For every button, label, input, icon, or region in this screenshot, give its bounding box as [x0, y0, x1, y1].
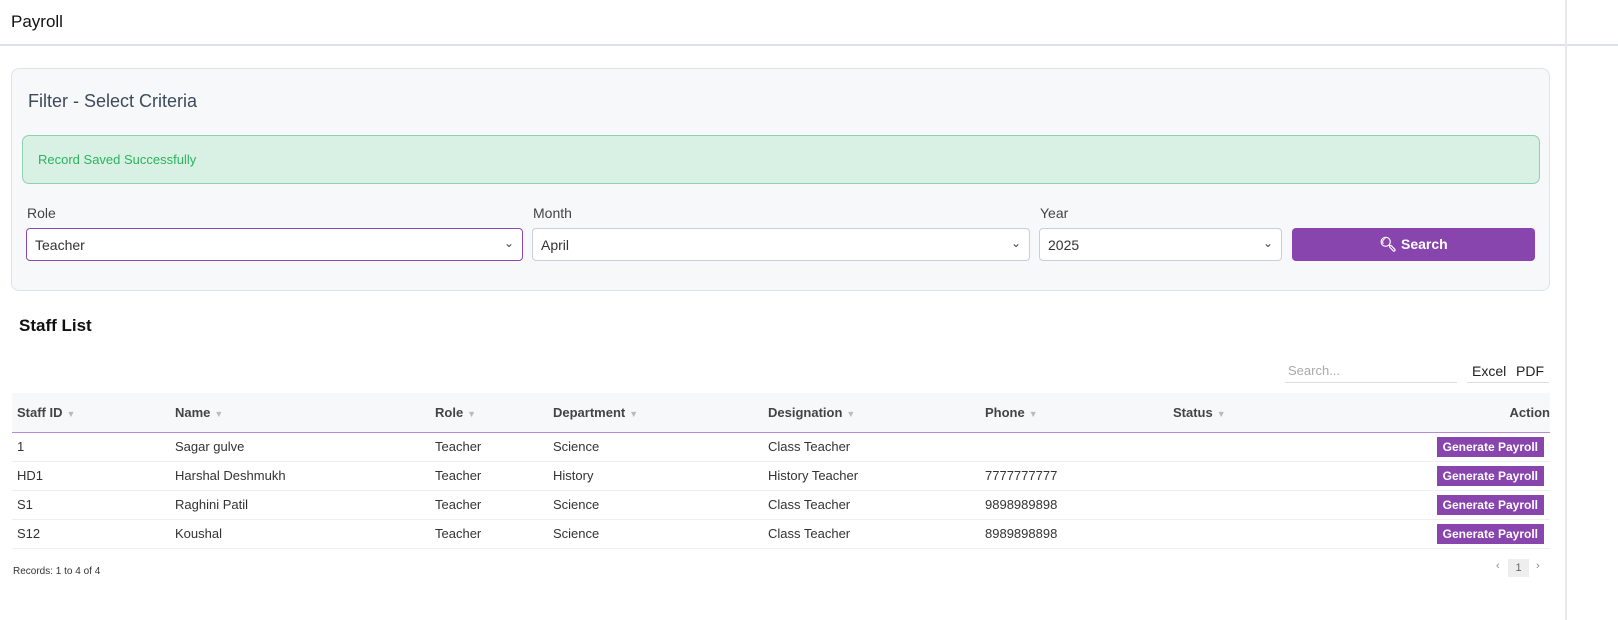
cell-department: History: [548, 461, 763, 491]
year-select[interactable]: 2025 ⌄: [1039, 228, 1282, 261]
cell-name: Koushal: [170, 519, 430, 549]
scrollbar-track[interactable]: [1565, 0, 1567, 620]
cell-role: Teacher: [430, 519, 548, 549]
cell-name: Sagar gulve: [170, 432, 430, 462]
page-header: Payroll: [0, 0, 1618, 46]
column-header-label: Department: [553, 404, 626, 420]
role-label: Role: [27, 205, 56, 221]
pdf-export-button[interactable]: PDF: [1507, 358, 1549, 383]
column-header[interactable]: Status ▼: [1168, 393, 1418, 433]
staff-list-title: Staff List: [19, 316, 92, 335]
staff-table: Staff ID ▼ Name ▼ Role ▼ Department ▼ Designatio…: [12, 393, 1550, 549]
excel-export-button[interactable]: Excel: [1467, 358, 1507, 383]
column-header[interactable]: Department ▼: [548, 393, 763, 433]
cell-phone: 8989898898: [980, 519, 1168, 549]
column-header[interactable]: Staff ID ▼: [12, 393, 170, 433]
sort-icon[interactable]: ▼: [467, 409, 476, 419]
column-header[interactable]: Name ▼: [170, 393, 430, 433]
cell-action: Generate Payroll: [1418, 432, 1550, 462]
cell-action: Generate Payroll: [1418, 490, 1550, 520]
table-row: S1 Raghini Patil Teacher Science Class Teach…: [12, 490, 1550, 520]
chevron-down-icon: ⌄: [503, 236, 514, 250]
generate-payroll-button[interactable]: Generate Payroll: [1436, 436, 1544, 457]
cell-department: Science: [548, 490, 763, 520]
table-row: S12 Koushal Teacher Science Class Teacher 898…: [12, 519, 1550, 549]
cell-department: Science: [548, 519, 763, 549]
cell-name: Harshal Deshmukh: [170, 461, 430, 491]
cell-designation: History Teacher: [763, 461, 980, 491]
role-select[interactable]: Teacher ⌄: [26, 228, 523, 261]
sort-icon[interactable]: ▼: [629, 409, 638, 419]
month-value: April: [541, 237, 570, 253]
generate-payroll-button[interactable]: Generate Payroll: [1436, 523, 1544, 544]
page-1-button[interactable]: 1: [1508, 559, 1529, 577]
cell-id: S1: [12, 490, 170, 520]
search-icon: 🔍︎: [1379, 236, 1398, 252]
cell-name: Raghini Patil: [170, 490, 430, 520]
filter-title: Filter - Select Criteria: [28, 91, 198, 111]
generate-payroll-button[interactable]: Generate Payroll: [1436, 465, 1544, 486]
cell-department: Science: [548, 432, 763, 462]
cell-id: S12: [12, 519, 170, 549]
cell-phone: 9898989898: [980, 490, 1168, 520]
year-label: Year: [1040, 205, 1069, 221]
year-value: 2025: [1048, 237, 1080, 253]
sort-icon[interactable]: ▼: [1029, 409, 1038, 419]
column-header[interactable]: Designation ▼: [763, 393, 980, 433]
column-header[interactable]: Phone ▼: [980, 393, 1168, 433]
cell-status: [1168, 519, 1418, 549]
month-label: Month: [533, 205, 572, 221]
cell-status: [1168, 490, 1418, 520]
cell-action: Generate Payroll: [1418, 461, 1550, 491]
column-header-label: Action: [1509, 404, 1550, 420]
cell-role: Teacher: [430, 490, 548, 520]
cell-phone: 7777777777: [980, 461, 1168, 491]
cell-designation: Class Teacher: [763, 519, 980, 549]
table-row: HD1 Harshal Deshmukh Teacher History History…: [12, 461, 1550, 491]
cell-status: [1168, 461, 1418, 491]
column-header-label: Status: [1173, 404, 1213, 420]
records-info: Records: 1 to 4 of 4: [13, 566, 101, 577]
column-header-label: Phone: [985, 404, 1025, 420]
column-header-label: Designation: [768, 404, 843, 420]
month-select[interactable]: April ⌄: [532, 228, 1030, 261]
generate-payroll-button[interactable]: Generate Payroll: [1436, 494, 1544, 515]
cell-role: Teacher: [430, 461, 548, 491]
column-header[interactable]: Action: [1418, 393, 1550, 433]
sort-icon[interactable]: ▼: [846, 409, 855, 419]
column-header-label: Name: [175, 404, 211, 420]
cell-designation: Class Teacher: [763, 490, 980, 520]
sort-icon[interactable]: ▼: [214, 409, 223, 419]
page-title: Payroll: [11, 12, 63, 31]
cell-id: HD1: [12, 461, 170, 491]
role-value: Teacher: [35, 237, 85, 253]
cell-phone: [980, 432, 1168, 462]
search-button-label: Search: [1400, 236, 1448, 252]
cell-status: [1168, 432, 1418, 462]
column-header-label: Staff ID: [17, 404, 63, 420]
chevron-down-icon: ⌄: [1010, 236, 1021, 250]
column-header-label: Role: [435, 404, 464, 420]
table-search-input[interactable]: Search...: [1285, 358, 1457, 383]
chevron-down-icon: ⌄: [1262, 236, 1273, 250]
cell-designation: Class Teacher: [763, 432, 980, 462]
sort-icon[interactable]: ▼: [67, 409, 76, 419]
prev-page-button[interactable]: ‹: [1496, 560, 1500, 572]
sort-icon[interactable]: ▼: [1217, 409, 1226, 419]
table-row: 1 Sagar gulve Teacher Science Class Teacher G…: [12, 432, 1550, 462]
cell-role: Teacher: [430, 432, 548, 462]
cell-id: 1: [12, 432, 170, 462]
cell-action: Generate Payroll: [1418, 519, 1550, 549]
filter-panel: Filter - Select Criteria Record Saved Su…: [11, 68, 1550, 291]
column-header[interactable]: Role ▼: [430, 393, 548, 433]
success-alert: Record Saved Successfully: [22, 135, 1540, 184]
search-button[interactable]: 🔍︎ Search: [1292, 228, 1535, 261]
next-page-button[interactable]: ›: [1536, 560, 1540, 572]
